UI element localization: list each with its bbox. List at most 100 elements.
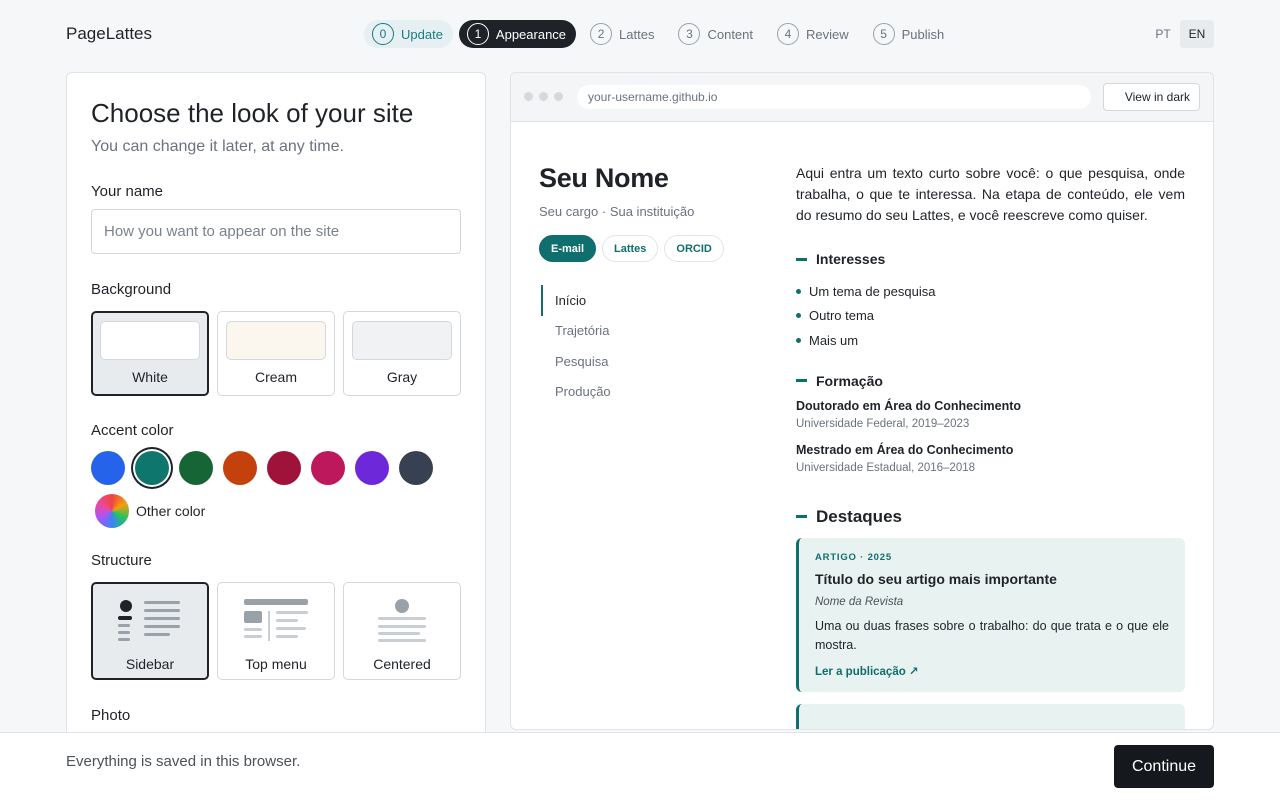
accent-swatch-pink[interactable] xyxy=(311,451,345,485)
background-option-label: White xyxy=(132,369,168,385)
accent-color-options: Other color xyxy=(91,451,451,528)
preview-name: Seu Nome xyxy=(539,163,669,193)
lang-en-button[interactable]: EN xyxy=(1180,20,1214,48)
preview-sidebar: Seu Nome Seu cargo · Sua instituição E-m… xyxy=(539,163,759,407)
education-item: Mestrado em Área do Conhecimento Univers… xyxy=(796,443,1185,474)
highlight-title: Título do seu artigo mais importante xyxy=(815,570,1057,587)
background-option-white[interactable]: White xyxy=(91,311,209,396)
highlights-heading: Destaques xyxy=(796,507,1185,527)
step-number: 5 xyxy=(872,23,895,45)
other-color-label: Other color xyxy=(136,503,206,519)
preview-nav: Início Trajetória Pesquisa Produção xyxy=(539,285,759,407)
interests-list: Um tema de pesquisa Outro tema Mais um xyxy=(796,279,1185,353)
accent-swatch-purple[interactable] xyxy=(355,451,389,485)
step-label: Appearance xyxy=(495,26,567,42)
highlight-card: ARTIGO · 2025 Título do seu artigo mais … xyxy=(796,537,1185,692)
list-item: Um tema de pesquisa xyxy=(796,279,1185,304)
accent-swatch-orange[interactable] xyxy=(223,451,257,485)
step-content[interactable]: 3 Content xyxy=(670,20,763,48)
preview-role: Seu cargo · Sua instituição xyxy=(539,204,695,219)
chip-email[interactable]: E-mail xyxy=(539,235,597,262)
preview-main: Aqui entra um texto curto sobre você: o … xyxy=(796,163,1185,729)
save-note: Everything is saved in this browser. xyxy=(66,753,301,770)
structure-option-top-menu[interactable]: Top menu xyxy=(217,582,335,680)
preview-contact-chips: E-mail Lattes ORCID xyxy=(539,235,759,262)
preview-intro: Aqui entra um texto curto sobre você: o … xyxy=(796,165,1185,223)
lang-pt-button[interactable]: PT xyxy=(1146,20,1180,48)
degree: Doutorado em Área do Conhecimento xyxy=(796,398,1022,413)
structure-option-sidebar[interactable]: Sidebar xyxy=(91,582,209,680)
structure-option-label: Sidebar xyxy=(125,656,175,672)
highlight-card xyxy=(796,703,1185,729)
name-input[interactable] xyxy=(91,209,461,254)
accent-color-label: Accent color xyxy=(91,422,174,439)
step-review[interactable]: 4 Review xyxy=(769,20,859,48)
sidebar-layout-icon xyxy=(118,600,180,641)
accent-swatch-green[interactable] xyxy=(179,451,213,485)
chip-lattes[interactable]: Lattes xyxy=(602,235,659,262)
structure-option-label: Centered xyxy=(373,656,431,672)
step-nav: 0 Update 1 Appearance 2 Lattes 3 Content… xyxy=(364,20,954,48)
url-bar: your-username.github.io xyxy=(577,85,1091,109)
institution: Universidade Estadual, 2016–2018 xyxy=(796,461,976,474)
language-switcher: PT EN xyxy=(1146,20,1214,48)
top-menu-layout-icon xyxy=(244,599,308,641)
step-label: Publish xyxy=(901,26,945,42)
page-subtitle: You can change it later, at any time. xyxy=(91,138,344,155)
view-dark-label: View in dark xyxy=(1124,90,1190,104)
view-dark-button[interactable]: View in dark xyxy=(1102,83,1200,111)
highlight-meta: ARTIGO · 2025 xyxy=(815,551,892,563)
step-label: Content xyxy=(707,26,754,42)
step-label: Update xyxy=(401,26,443,42)
background-option-cream[interactable]: Cream xyxy=(217,311,335,396)
highlight-link[interactable]: Ler a publicação ↗ xyxy=(815,664,1169,678)
structure-option-label: Top menu xyxy=(245,656,307,672)
section-title: Interesses xyxy=(816,251,886,267)
background-options: White Cream Gray xyxy=(91,311,461,396)
background-option-label: Gray xyxy=(386,369,418,385)
accent-swatch-slate[interactable] xyxy=(399,451,433,485)
accent-swatch-teal[interactable] xyxy=(135,451,169,485)
step-appearance[interactable]: 1 Appearance xyxy=(458,20,577,48)
name-label: Your name xyxy=(91,183,163,200)
preview-nav-inicio[interactable]: Início xyxy=(541,285,759,316)
step-lattes[interactable]: 2 Lattes xyxy=(582,20,664,48)
step-number: 2 xyxy=(590,23,613,45)
degree: Mestrado em Área do Conhecimento xyxy=(796,442,1014,457)
institution: Universidade Federal, 2019–2023 xyxy=(796,417,970,430)
window-dots xyxy=(524,92,563,101)
color-wheel-icon xyxy=(95,494,129,528)
brand-logo[interactable]: PageLattes xyxy=(66,24,152,44)
chip-orcid[interactable]: ORCID xyxy=(664,235,724,262)
structure-option-centered[interactable]: Centered xyxy=(343,582,461,680)
structure-options: Sidebar Top menu Centered xyxy=(91,582,461,680)
preview-nav-pesquisa[interactable]: Pesquisa xyxy=(541,346,759,377)
accent-swatch-crimson[interactable] xyxy=(267,451,301,485)
preview-nav-trajetoria[interactable]: Trajetória xyxy=(541,316,759,347)
accent-swatch-blue[interactable] xyxy=(91,451,125,485)
step-update[interactable]: 0 Update xyxy=(364,20,453,48)
step-number: 3 xyxy=(678,23,701,45)
background-option-gray[interactable]: Gray xyxy=(343,311,461,396)
background-label: Background xyxy=(91,281,172,298)
highlight-journal: Nome da Revista xyxy=(815,595,904,608)
education-item: Doutorado em Área do Conhecimento Univer… xyxy=(796,399,1185,430)
step-label: Lattes xyxy=(619,26,655,42)
centered-layout-icon xyxy=(378,599,426,642)
continue-button[interactable]: Continue xyxy=(1114,745,1214,788)
step-number: 1 xyxy=(466,23,489,45)
step-number: 4 xyxy=(777,23,800,45)
section-title: Destaques xyxy=(816,506,902,526)
step-publish[interactable]: 5 Publish xyxy=(865,20,955,48)
background-swatch xyxy=(100,321,200,360)
step-number: 0 xyxy=(372,23,394,45)
browser-chrome: your-username.github.io View in dark xyxy=(511,73,1213,122)
background-swatch xyxy=(226,321,326,360)
background-swatch xyxy=(352,321,452,360)
background-option-label: Cream xyxy=(254,369,297,385)
section-title: Formação xyxy=(816,372,883,389)
footer-bar: Everything is saved in this browser. Con… xyxy=(0,732,1280,800)
step-label: Review xyxy=(806,26,849,42)
preview-nav-producao[interactable]: Produção xyxy=(541,377,759,408)
other-color-button[interactable]: Other color xyxy=(95,494,205,528)
